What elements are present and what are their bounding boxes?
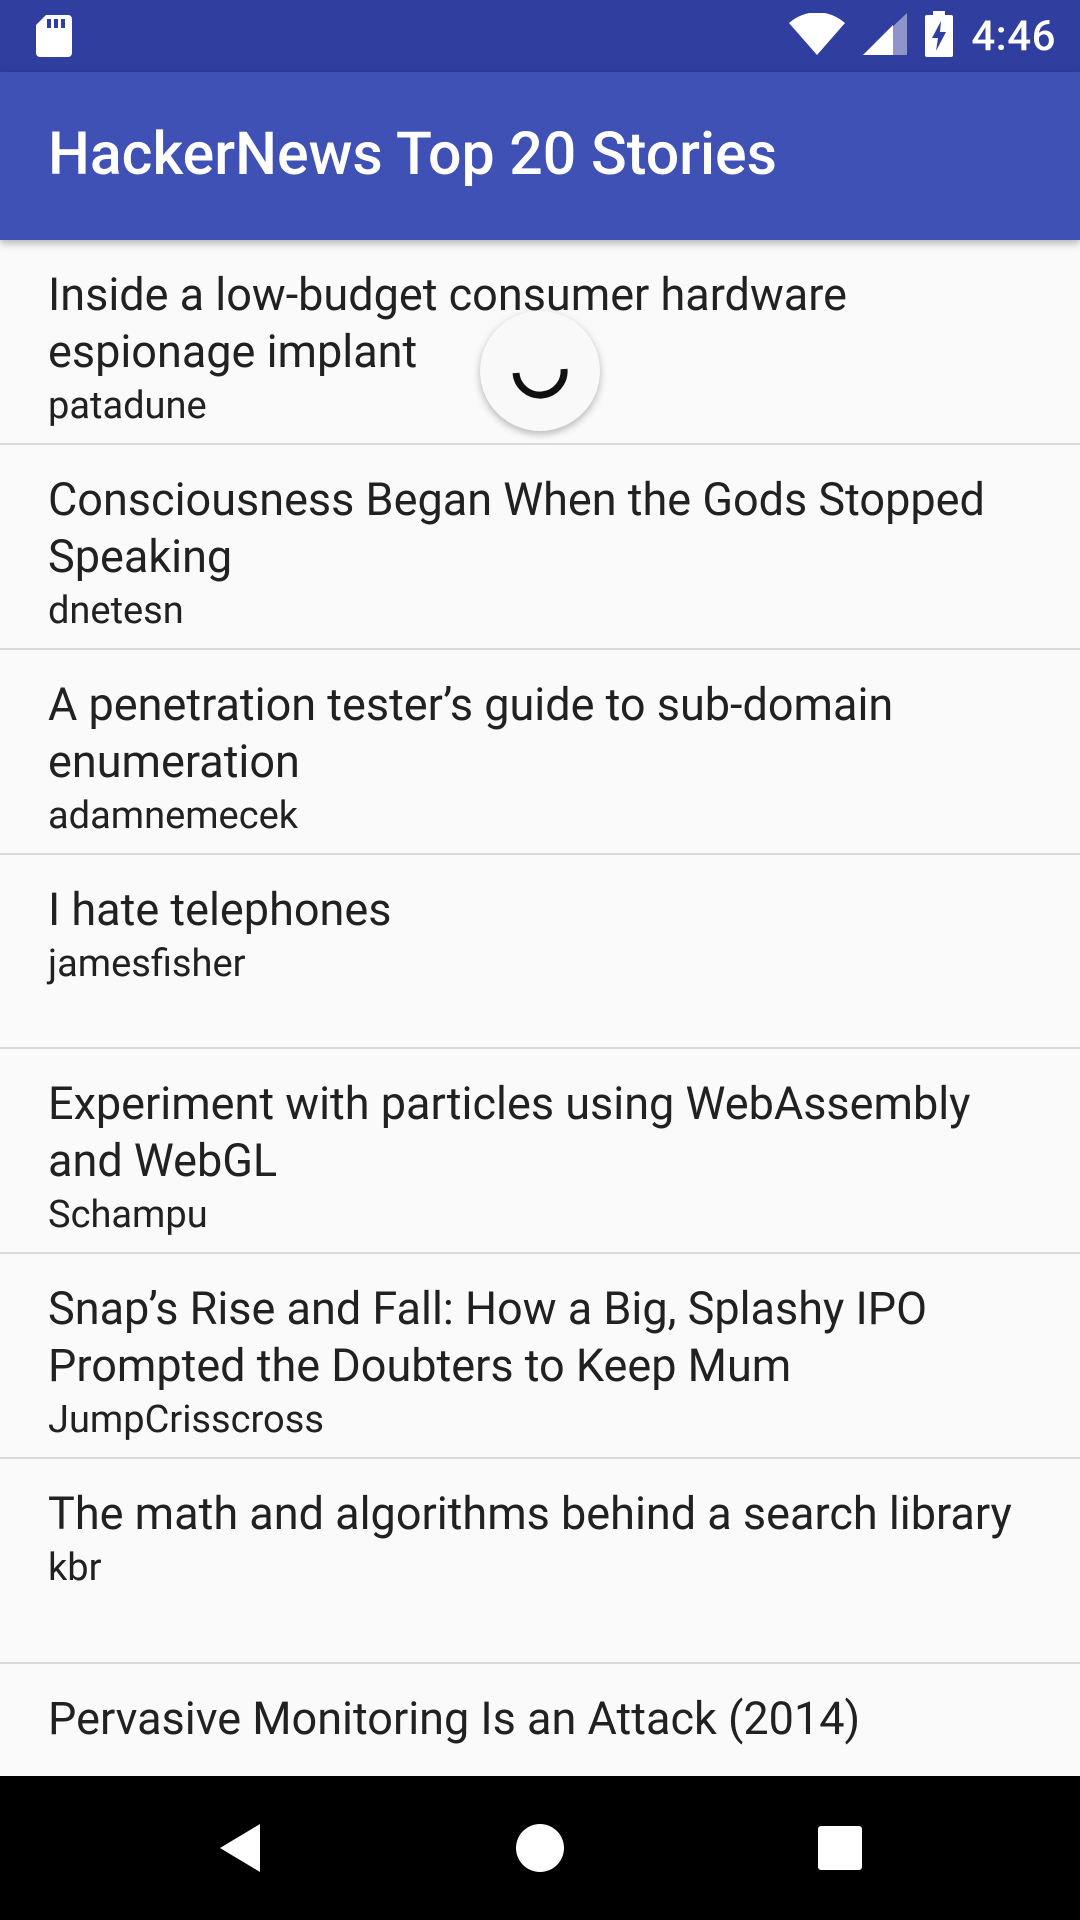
status-icons: 4:46 (789, 0, 1056, 72)
loading-indicator (480, 311, 600, 431)
story-author: JumpCrisscross (48, 1398, 324, 1442)
story-list[interactable]: Inside a low-budget consumer hardware es… (0, 240, 1080, 1776)
story-author: jamesfisher (48, 942, 246, 986)
status-bar: 4:46 (0, 0, 1080, 72)
back-icon (220, 1824, 260, 1872)
story-title: I hate telephones (48, 883, 392, 936)
app-bar: HackerNews Top 20 Stories (0, 72, 1080, 240)
story-title: A penetration tester’s guide to sub-doma… (48, 678, 894, 788)
progress-spinner-icon (512, 368, 568, 399)
story-author: kbr (48, 1546, 102, 1590)
navigation-bar (0, 1776, 1080, 1920)
status-time: 4:46 (971, 11, 1056, 61)
story-title: Snap’s Rise and Fall: How a Big, Splashy… (48, 1282, 928, 1392)
cellular-signal-icon (863, 13, 908, 59)
home-button[interactable] (440, 1776, 640, 1920)
app-title: HackerNews Top 20 Stories (48, 120, 778, 189)
story-item[interactable]: Experiment with particles using WebAssem… (0, 1049, 1080, 1254)
story-item[interactable]: The math and algorithms behind a search … (0, 1459, 1080, 1664)
sd-card-icon (36, 15, 72, 57)
back-button[interactable] (140, 1776, 340, 1920)
recents-icon (818, 1826, 862, 1870)
battery-charging-icon (925, 11, 954, 61)
story-item[interactable]: Snap’s Rise and Fall: How a Big, Splashy… (0, 1254, 1080, 1459)
recents-button[interactable] (740, 1776, 940, 1920)
story-author: adamnemecek (48, 794, 299, 838)
story-title: Consciousness Began When the Gods Stoppe… (48, 473, 985, 583)
story-author: dnetesn (48, 589, 184, 633)
story-title: Pervasive Monitoring Is an Attack (2014) (48, 1692, 861, 1745)
story-title: The math and algorithms behind a search … (48, 1487, 1012, 1540)
story-item[interactable]: I hate telephones jamesfisher (0, 855, 1080, 1049)
story-item[interactable]: Consciousness Began When the Gods Stoppe… (0, 445, 1080, 650)
wifi-icon (789, 12, 846, 59)
story-title: Experiment with particles using WebAssem… (48, 1077, 971, 1187)
story-item[interactable]: A penetration tester’s guide to sub-doma… (0, 650, 1080, 855)
story-author: Schampu (48, 1193, 208, 1237)
home-icon (516, 1824, 564, 1872)
story-item[interactable]: Pervasive Monitoring Is an Attack (2014) (0, 1664, 1080, 1776)
